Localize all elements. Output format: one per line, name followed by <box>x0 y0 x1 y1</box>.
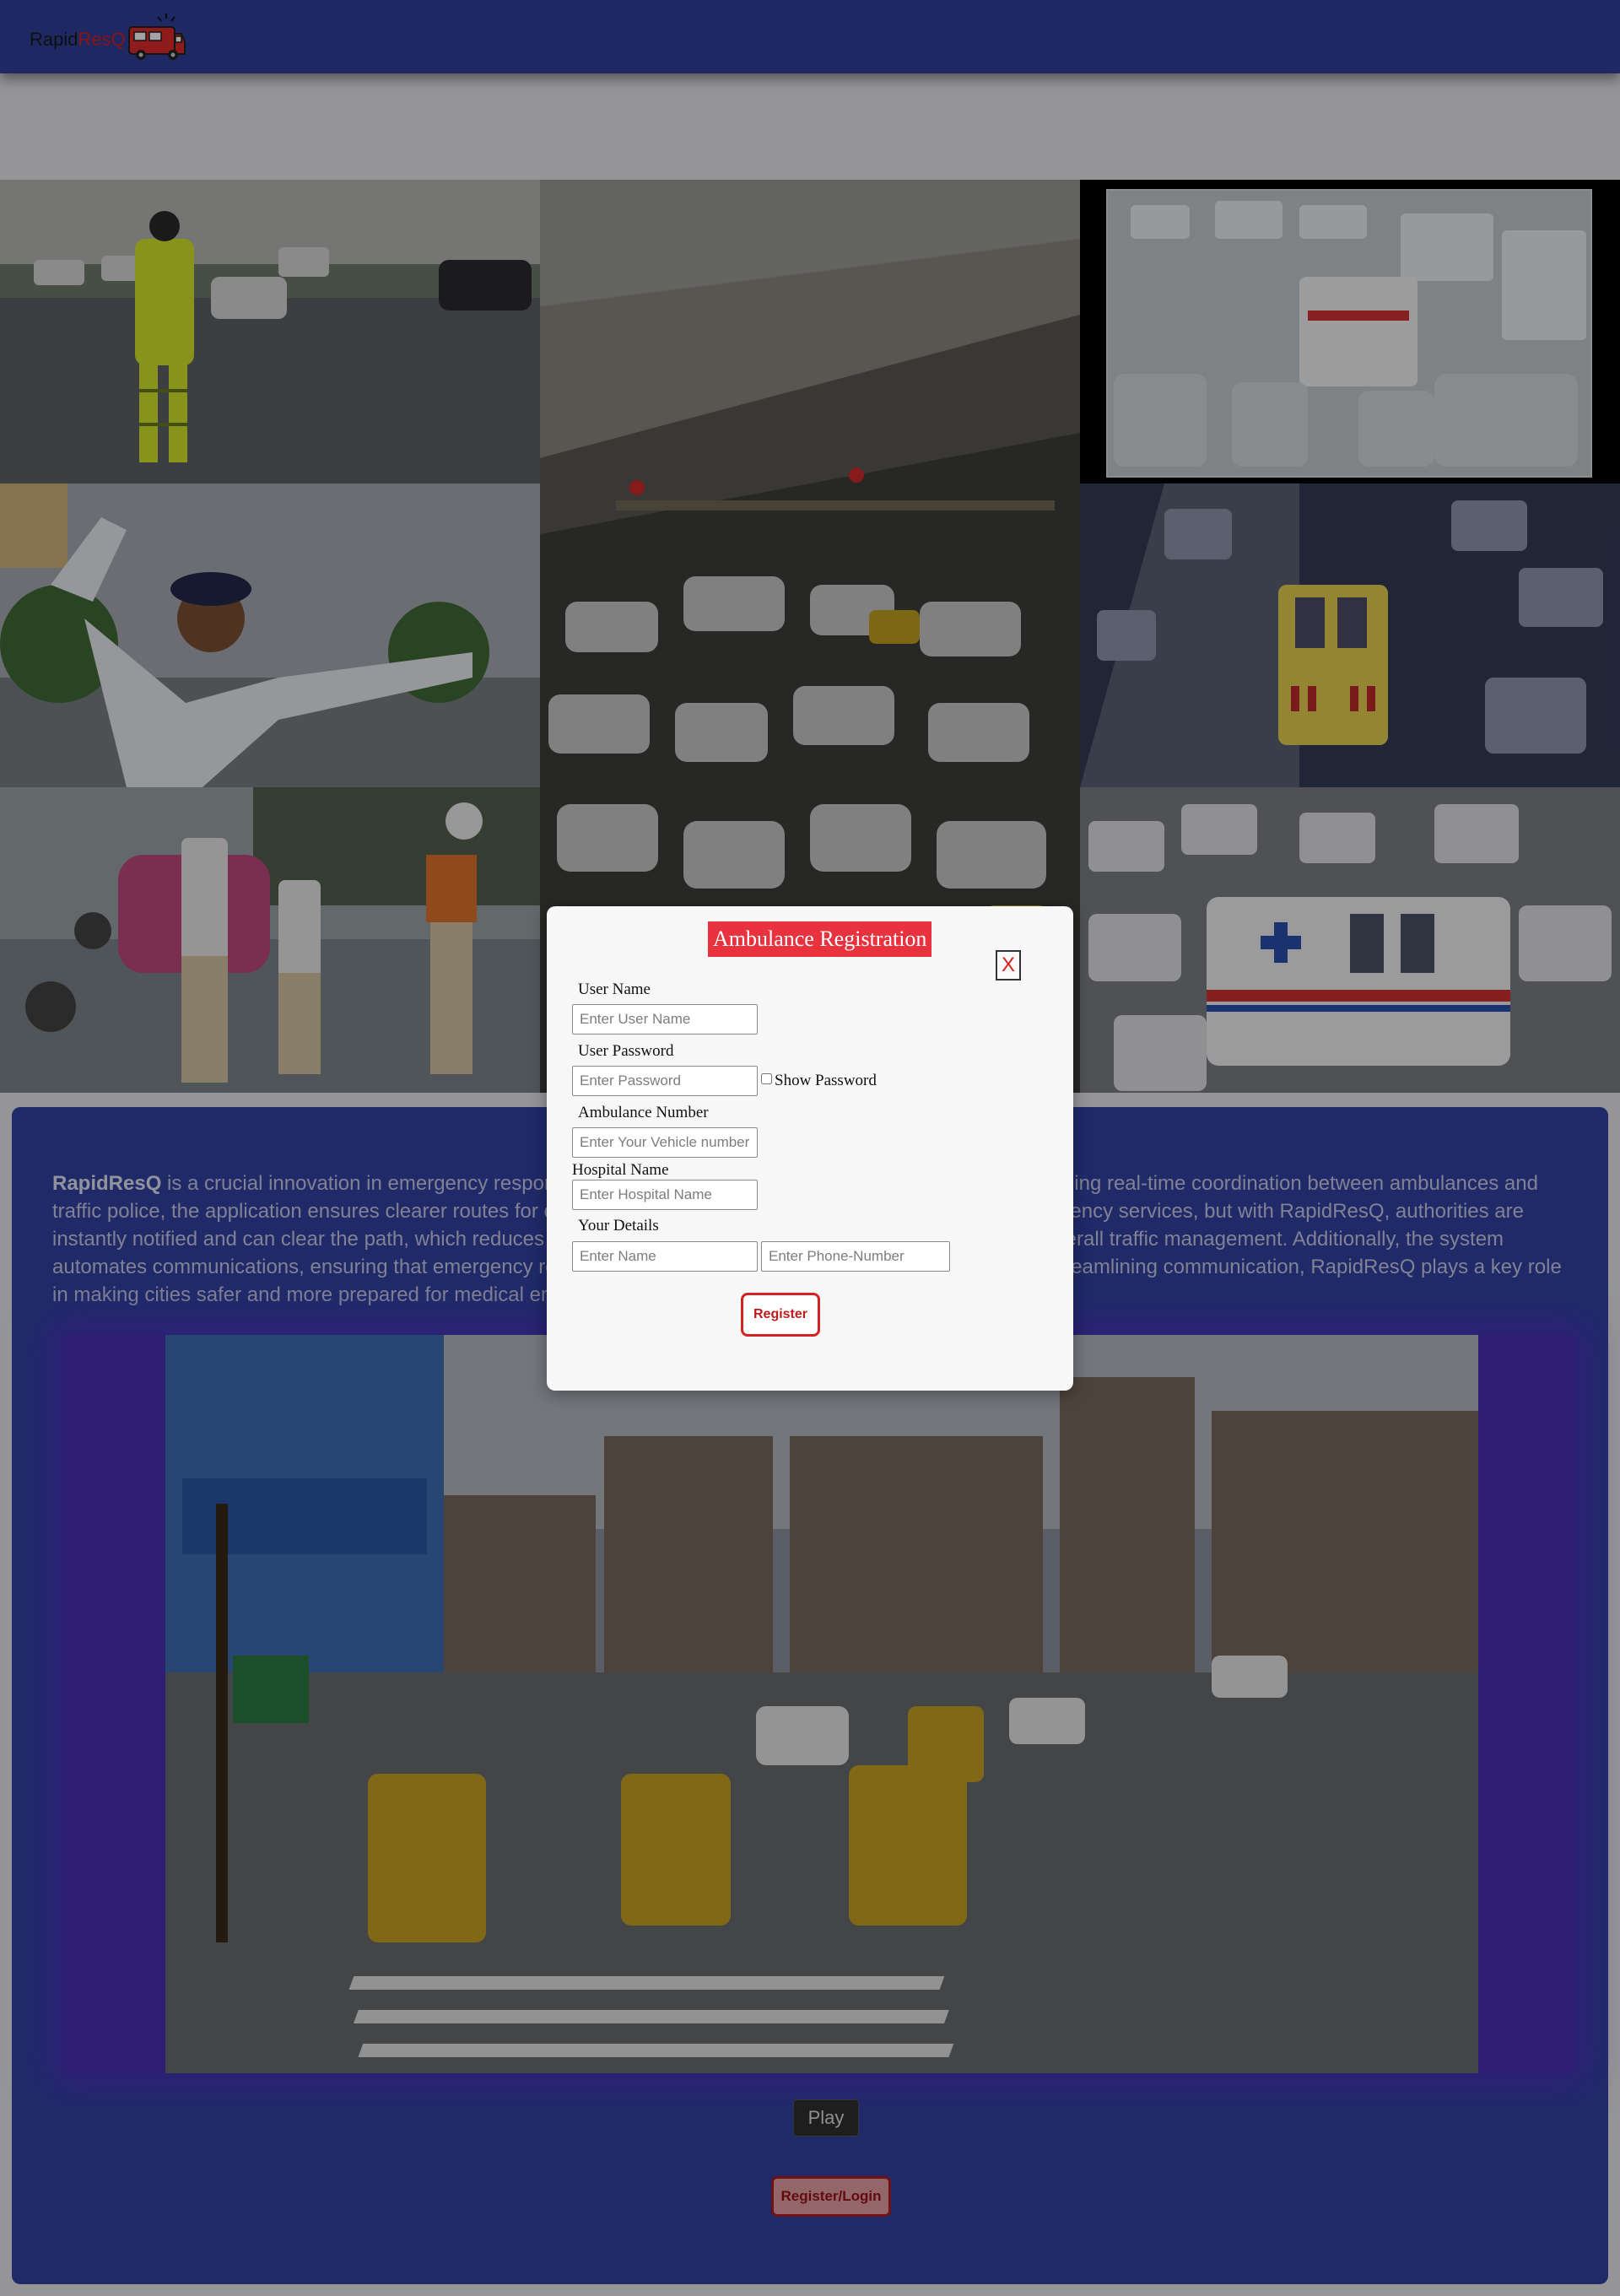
password-input[interactable] <box>572 1066 758 1096</box>
modal-title: Ambulance Registration <box>708 921 932 957</box>
name-input[interactable] <box>572 1241 758 1272</box>
ambulance-registration-modal: Ambulance Registration X User Name User … <box>547 906 1073 1391</box>
register-button[interactable]: Register <box>741 1293 820 1337</box>
user-name-input[interactable] <box>572 1004 758 1035</box>
user-name-label: User Name <box>578 981 651 998</box>
your-details-label: Your Details <box>578 1217 659 1234</box>
ambulance-number-label: Ambulance Number <box>578 1104 709 1121</box>
hospital-name-label: Hospital Name <box>572 1161 669 1179</box>
user-password-label: User Password <box>578 1042 674 1060</box>
show-password-label[interactable]: Show Password <box>775 1072 877 1090</box>
show-password-checkbox[interactable] <box>761 1073 772 1084</box>
hospital-name-input[interactable] <box>572 1180 758 1210</box>
close-button[interactable]: X <box>996 950 1021 981</box>
ambulance-number-input[interactable] <box>572 1127 758 1158</box>
phone-number-input[interactable] <box>761 1241 950 1272</box>
